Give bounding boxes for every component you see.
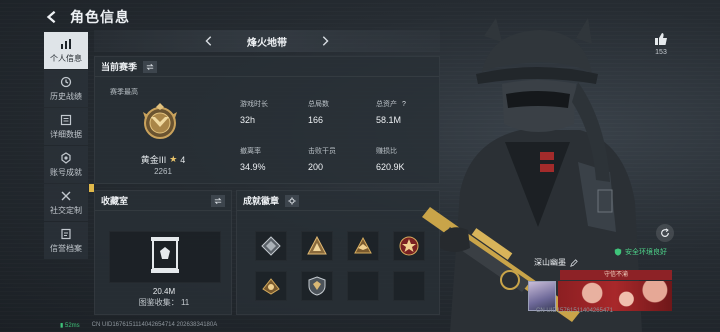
achievement-badge-slot[interactable] xyxy=(301,231,333,261)
stat-value: 166 xyxy=(308,115,324,125)
bar-chart-icon xyxy=(61,38,71,49)
switch-icon[interactable] xyxy=(143,60,158,73)
diamond-badge-icon xyxy=(261,236,281,256)
player-banner xyxy=(558,281,672,311)
collection-value: 20.4M xyxy=(152,287,176,296)
stat-label: 总资产 xyxy=(376,101,397,108)
uid-text: CN UID1676151114042654714 20263834180A xyxy=(91,322,218,328)
prev-season-icon[interactable] xyxy=(202,34,216,48)
stat-total-games: 总局数 166 xyxy=(308,99,368,125)
next-season-icon[interactable] xyxy=(318,34,332,48)
nav-item-detail-data[interactable]: 详细数据 xyxy=(44,108,88,145)
stat-label: 撤离率 xyxy=(240,148,261,155)
like-button[interactable]: 153 xyxy=(652,32,670,56)
collection-count: 图鉴收集： 11 xyxy=(138,298,190,307)
collection-panel[interactable]: 收藏室 20.4M 图鉴收集： 11 xyxy=(94,190,232,315)
stat-label: 赚损比 xyxy=(376,148,397,155)
crest-badge-icon xyxy=(262,278,280,295)
stat-value: 32h xyxy=(240,115,256,125)
stat-label: 游戏时长 xyxy=(240,101,268,108)
rank-medal-icon xyxy=(143,103,177,139)
nav-item-label: 账号成就 xyxy=(50,167,82,177)
player-name-row: 深山幽墨 xyxy=(534,257,578,268)
nav-item-credit-record[interactable]: 信誉档案 xyxy=(44,222,88,259)
achievement-badge-slot[interactable] xyxy=(255,231,287,261)
credit-record-icon xyxy=(61,228,71,239)
settings-icon[interactable] xyxy=(285,194,300,207)
nav-item-label: 信誉档案 xyxy=(50,243,82,253)
triangle-badge-icon xyxy=(307,235,327,255)
help-icon[interactable]: ? xyxy=(400,100,408,108)
rank-score: 2261 xyxy=(154,167,172,176)
latency-value: 52ms xyxy=(64,323,80,329)
latency: ▮ 52ms xyxy=(60,322,80,329)
refresh-icon xyxy=(661,228,669,237)
back-arrow-icon[interactable] xyxy=(44,9,60,25)
season-selector: 烽火地带 xyxy=(94,30,440,52)
stat-label: 击败干员 xyxy=(308,148,336,155)
nav-item-label: 个人信息 xyxy=(50,53,82,63)
nav-item-account-achievement[interactable]: 账号成就 xyxy=(44,146,88,183)
season-name: 烽火地带 xyxy=(247,37,287,49)
like-count: 153 xyxy=(655,49,667,56)
rank-line: 黄金III ★ 4 xyxy=(125,153,201,166)
panel-header: 成就徽章 xyxy=(237,191,439,211)
stat-operators-defeated: 击败干员 200 xyxy=(308,146,368,172)
achievement-badge-slot[interactable] xyxy=(301,271,333,301)
panel-header: 当前赛季 xyxy=(95,57,439,77)
nav-item-history[interactable]: 历史战绩 xyxy=(44,70,88,107)
environment-status-text: 安全环境良好 xyxy=(625,249,667,256)
avatar xyxy=(528,281,556,311)
shield-check-icon xyxy=(614,248,622,256)
stat-play-time: 游戏时长 32h xyxy=(240,99,300,125)
signal-icon: ▮ xyxy=(60,323,64,329)
current-season-panel: 当前赛季 赛季最高 黄金III ★ 4 2261 游戏时长 32h 总局数 16… xyxy=(94,56,440,184)
footer: ▮ 52ms CN UID1676151114042654714 2026383… xyxy=(60,322,217,329)
showcase-icon xyxy=(151,237,179,273)
achievement-icon xyxy=(61,151,71,164)
stat-extraction-rate: 撤离率 34.9% xyxy=(240,146,300,172)
environment-status: 安全环境良好 xyxy=(614,247,667,257)
refresh-button[interactable] xyxy=(656,224,674,242)
stat-value: 34.9% xyxy=(240,162,266,172)
detail-data-icon xyxy=(60,114,72,125)
nav-item-label: 历史战绩 xyxy=(50,91,82,101)
panel-title: 收藏室 xyxy=(101,196,129,206)
panel-header: 收藏室 xyxy=(95,191,231,211)
rank-name: 黄金III xyxy=(140,155,167,165)
nav-item-label: 社交定制 xyxy=(50,205,82,215)
side-nav: 个人信息 历史战绩 详细数据 账号成就 社交定制 信誉档案 xyxy=(44,32,94,260)
achievement-badge-slot[interactable] xyxy=(347,231,379,261)
player-card[interactable]: 深山幽墨 守信不渝 xyxy=(528,257,674,313)
stat-label: 总局数 xyxy=(308,101,329,108)
rank-stars: 4 xyxy=(180,154,186,165)
thumbs-up-icon xyxy=(655,33,667,45)
achievement-badge-slot-empty[interactable] xyxy=(347,271,379,301)
panel-title: 成就徽章 xyxy=(243,196,280,206)
nav-item-label: 详细数据 xyxy=(50,129,82,139)
uid-overlay: CN UID15761511404265471 xyxy=(536,308,613,314)
switch-icon[interactable] xyxy=(211,194,225,207)
shield-badge-icon xyxy=(308,276,326,296)
nav-item-social-custom[interactable]: 社交定制 xyxy=(44,184,94,221)
page-header: 角色信息 xyxy=(44,6,130,28)
stat-value: 200 xyxy=(308,162,324,172)
nav-item-personal-info[interactable]: 个人信息 xyxy=(44,32,88,69)
player-tag: 守信不渝 xyxy=(560,270,672,280)
achievement-badge-slot[interactable] xyxy=(255,271,287,301)
eagle-badge-icon xyxy=(354,236,372,254)
star-icon: ★ xyxy=(169,154,178,164)
season-best-label: 赛季最高 xyxy=(110,89,138,96)
edit-icon[interactable] xyxy=(570,258,578,267)
player-name: 深山幽墨 xyxy=(534,258,566,267)
page-title: 角色信息 xyxy=(70,9,130,25)
panel-title: 当前赛季 xyxy=(101,62,138,72)
history-icon xyxy=(60,76,72,87)
social-custom-icon xyxy=(61,191,71,200)
